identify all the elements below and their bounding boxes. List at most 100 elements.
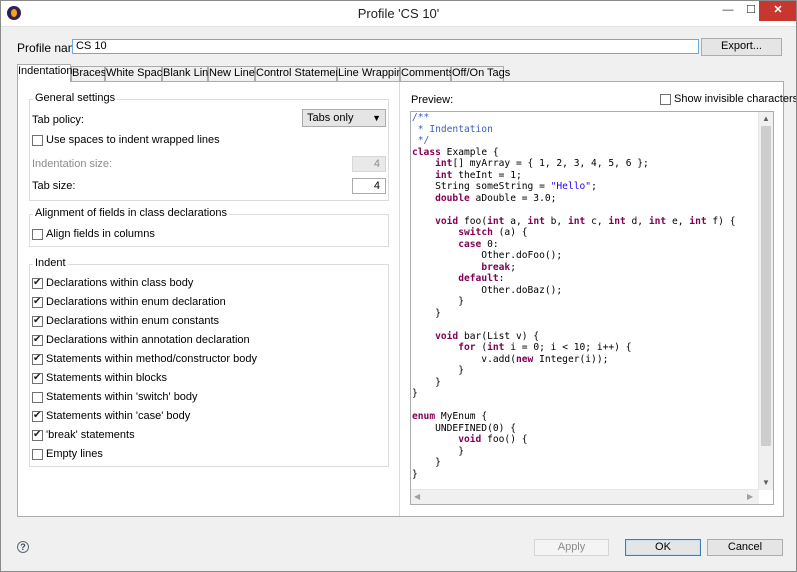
code-token: int [487, 342, 505, 353]
code-token: void [435, 215, 459, 227]
checkbox-box[interactable] [32, 353, 43, 365]
help-icon[interactable]: ? [17, 541, 29, 553]
code-token: void [458, 434, 482, 445]
checkbox-box[interactable] [32, 449, 43, 460]
code-token: MyEnum { [435, 411, 488, 422]
code-token: "Hello" [550, 181, 592, 192]
code-token: aDouble = 3.0; [469, 192, 557, 204]
indent-option-label: 'break' statements [46, 429, 135, 441]
checkbox-box[interactable] [32, 372, 43, 384]
settings-pane: General settings Tab policy: Tabs only ▼… [18, 82, 399, 516]
code-token: int [435, 169, 453, 181]
indentation-size-label: Indentation size: [32, 158, 113, 170]
title-bar[interactable]: Profile 'CS 10' — ☐ ✕ [1, 1, 796, 27]
tab-comments[interactable]: Comments [400, 66, 454, 81]
checkbox-box[interactable] [32, 229, 43, 240]
code-token: String someString = [412, 181, 551, 192]
code-token: /** [412, 112, 430, 123]
code-token: default [458, 273, 499, 284]
code-token: } [412, 457, 441, 468]
checkbox-box[interactable] [32, 392, 43, 403]
horizontal-scrollbar[interactable]: ◀ ▶ [411, 489, 759, 504]
indent-option-label: Declarations within class body [46, 277, 194, 289]
tab-indentation[interactable]: Indentation [17, 64, 72, 82]
code-token: (a) { [492, 227, 528, 238]
tab-control-statements[interactable]: Control Statements [255, 66, 350, 81]
code-token: int [567, 215, 586, 227]
code-token: c, [585, 215, 609, 227]
export-button[interactable]: Export... [701, 38, 782, 56]
align-fields-label: Align fields in columns [46, 228, 155, 240]
checkbox-box[interactable] [32, 296, 43, 308]
code-token: ; [591, 181, 597, 192]
code-token: Example { [440, 146, 499, 158]
code-token: b, [544, 215, 568, 227]
vertical-scrollbar[interactable]: ▲ ▼ [758, 112, 773, 490]
checkbox-box[interactable] [32, 315, 43, 327]
indent-option-label: Statements within 'case' body [46, 410, 191, 422]
checkbox-box[interactable] [660, 94, 671, 105]
tab-braces[interactable]: Braces [71, 66, 106, 81]
code-text: /** * Indentation */ class Example { int… [412, 112, 736, 480]
code-token: } [412, 365, 464, 376]
apply-button: Apply [534, 539, 609, 556]
scroll-down-icon[interactable]: ▼ [762, 478, 770, 487]
checkbox-box[interactable] [32, 277, 43, 289]
show-invisible-label: Show invisible characters [674, 93, 797, 105]
tab-size-field[interactable]: 4 [352, 178, 386, 194]
vertical-scroll-thumb[interactable] [761, 126, 771, 446]
indent-option-label: Declarations within enum declaration [46, 296, 226, 308]
code-token: i = 0; i < 10; i++) { [504, 342, 632, 353]
code-preview[interactable]: /** * Indentation */ class Example { int… [410, 111, 774, 505]
scroll-up-icon[interactable]: ▲ [762, 114, 770, 123]
tab-policy-value: Tabs only [307, 112, 354, 124]
code-token: 0: [481, 238, 499, 250]
alignment-group: Alignment of fields in class declaration… [29, 207, 389, 247]
use-spaces-label: Use spaces to indent wrapped lines [46, 134, 220, 146]
indent-group: Indent Declarations within class body Dec… [29, 257, 389, 467]
cancel-button[interactable]: Cancel [707, 539, 783, 556]
profile-dialog: Profile 'CS 10' — ☐ ✕ Profile name: CS 1… [0, 0, 797, 572]
checkbox-box[interactable] [32, 135, 43, 146]
code-token: foo() { [481, 434, 528, 445]
code-token: int [527, 215, 545, 227]
tab-white-space[interactable]: White Space [105, 66, 168, 81]
checkbox-box[interactable] [32, 410, 43, 422]
indent-option-label: Empty lines [46, 448, 103, 460]
code-token: } [412, 307, 441, 319]
alignment-title: Alignment of fields in class declaration… [33, 207, 229, 219]
code-token: * Indentation [412, 123, 493, 135]
tab-blank-lines[interactable]: Blank Lines [162, 66, 220, 81]
code-token: [] myArray = { 1, 2, 3, 4, 5, 6 }; [452, 158, 649, 169]
code-token: theInt = 1; [452, 169, 522, 181]
window-title: Profile 'CS 10' [357, 6, 440, 21]
indent-option-label: Statements within 'switch' body [46, 391, 198, 403]
ok-button[interactable]: OK [625, 539, 701, 556]
tab-line-wrapping[interactable]: Line Wrapping [337, 66, 409, 81]
profile-name-row: Profile name: CS 10 [17, 39, 787, 55]
code-token: foo( [458, 215, 488, 227]
indent-option-label: Statements within blocks [46, 372, 168, 384]
code-token: double [435, 192, 470, 204]
tab-off-on-tags[interactable]: Off/On Tags [451, 66, 510, 81]
code-token: } [412, 388, 418, 399]
general-settings-group: General settings Tab policy: Tabs only ▼… [29, 92, 389, 201]
code-token: for [458, 342, 476, 353]
scroll-left-icon[interactable]: ◀ [414, 492, 420, 501]
checkbox-box[interactable] [32, 429, 43, 441]
checkbox-box[interactable] [32, 334, 43, 346]
code-token: Other.doFoo(); [412, 250, 563, 261]
profile-name-input[interactable]: CS 10 [72, 39, 699, 54]
scroll-right-icon[interactable]: ▶ [747, 492, 753, 501]
general-settings-title: General settings [33, 92, 118, 104]
tab-policy-select[interactable]: Tabs only ▼ [302, 109, 386, 127]
tab-new-lines[interactable]: New Lines [208, 66, 260, 81]
indent-option-label: Statements within method/constructor bod… [46, 353, 257, 365]
close-button[interactable]: ✕ [759, 1, 796, 21]
